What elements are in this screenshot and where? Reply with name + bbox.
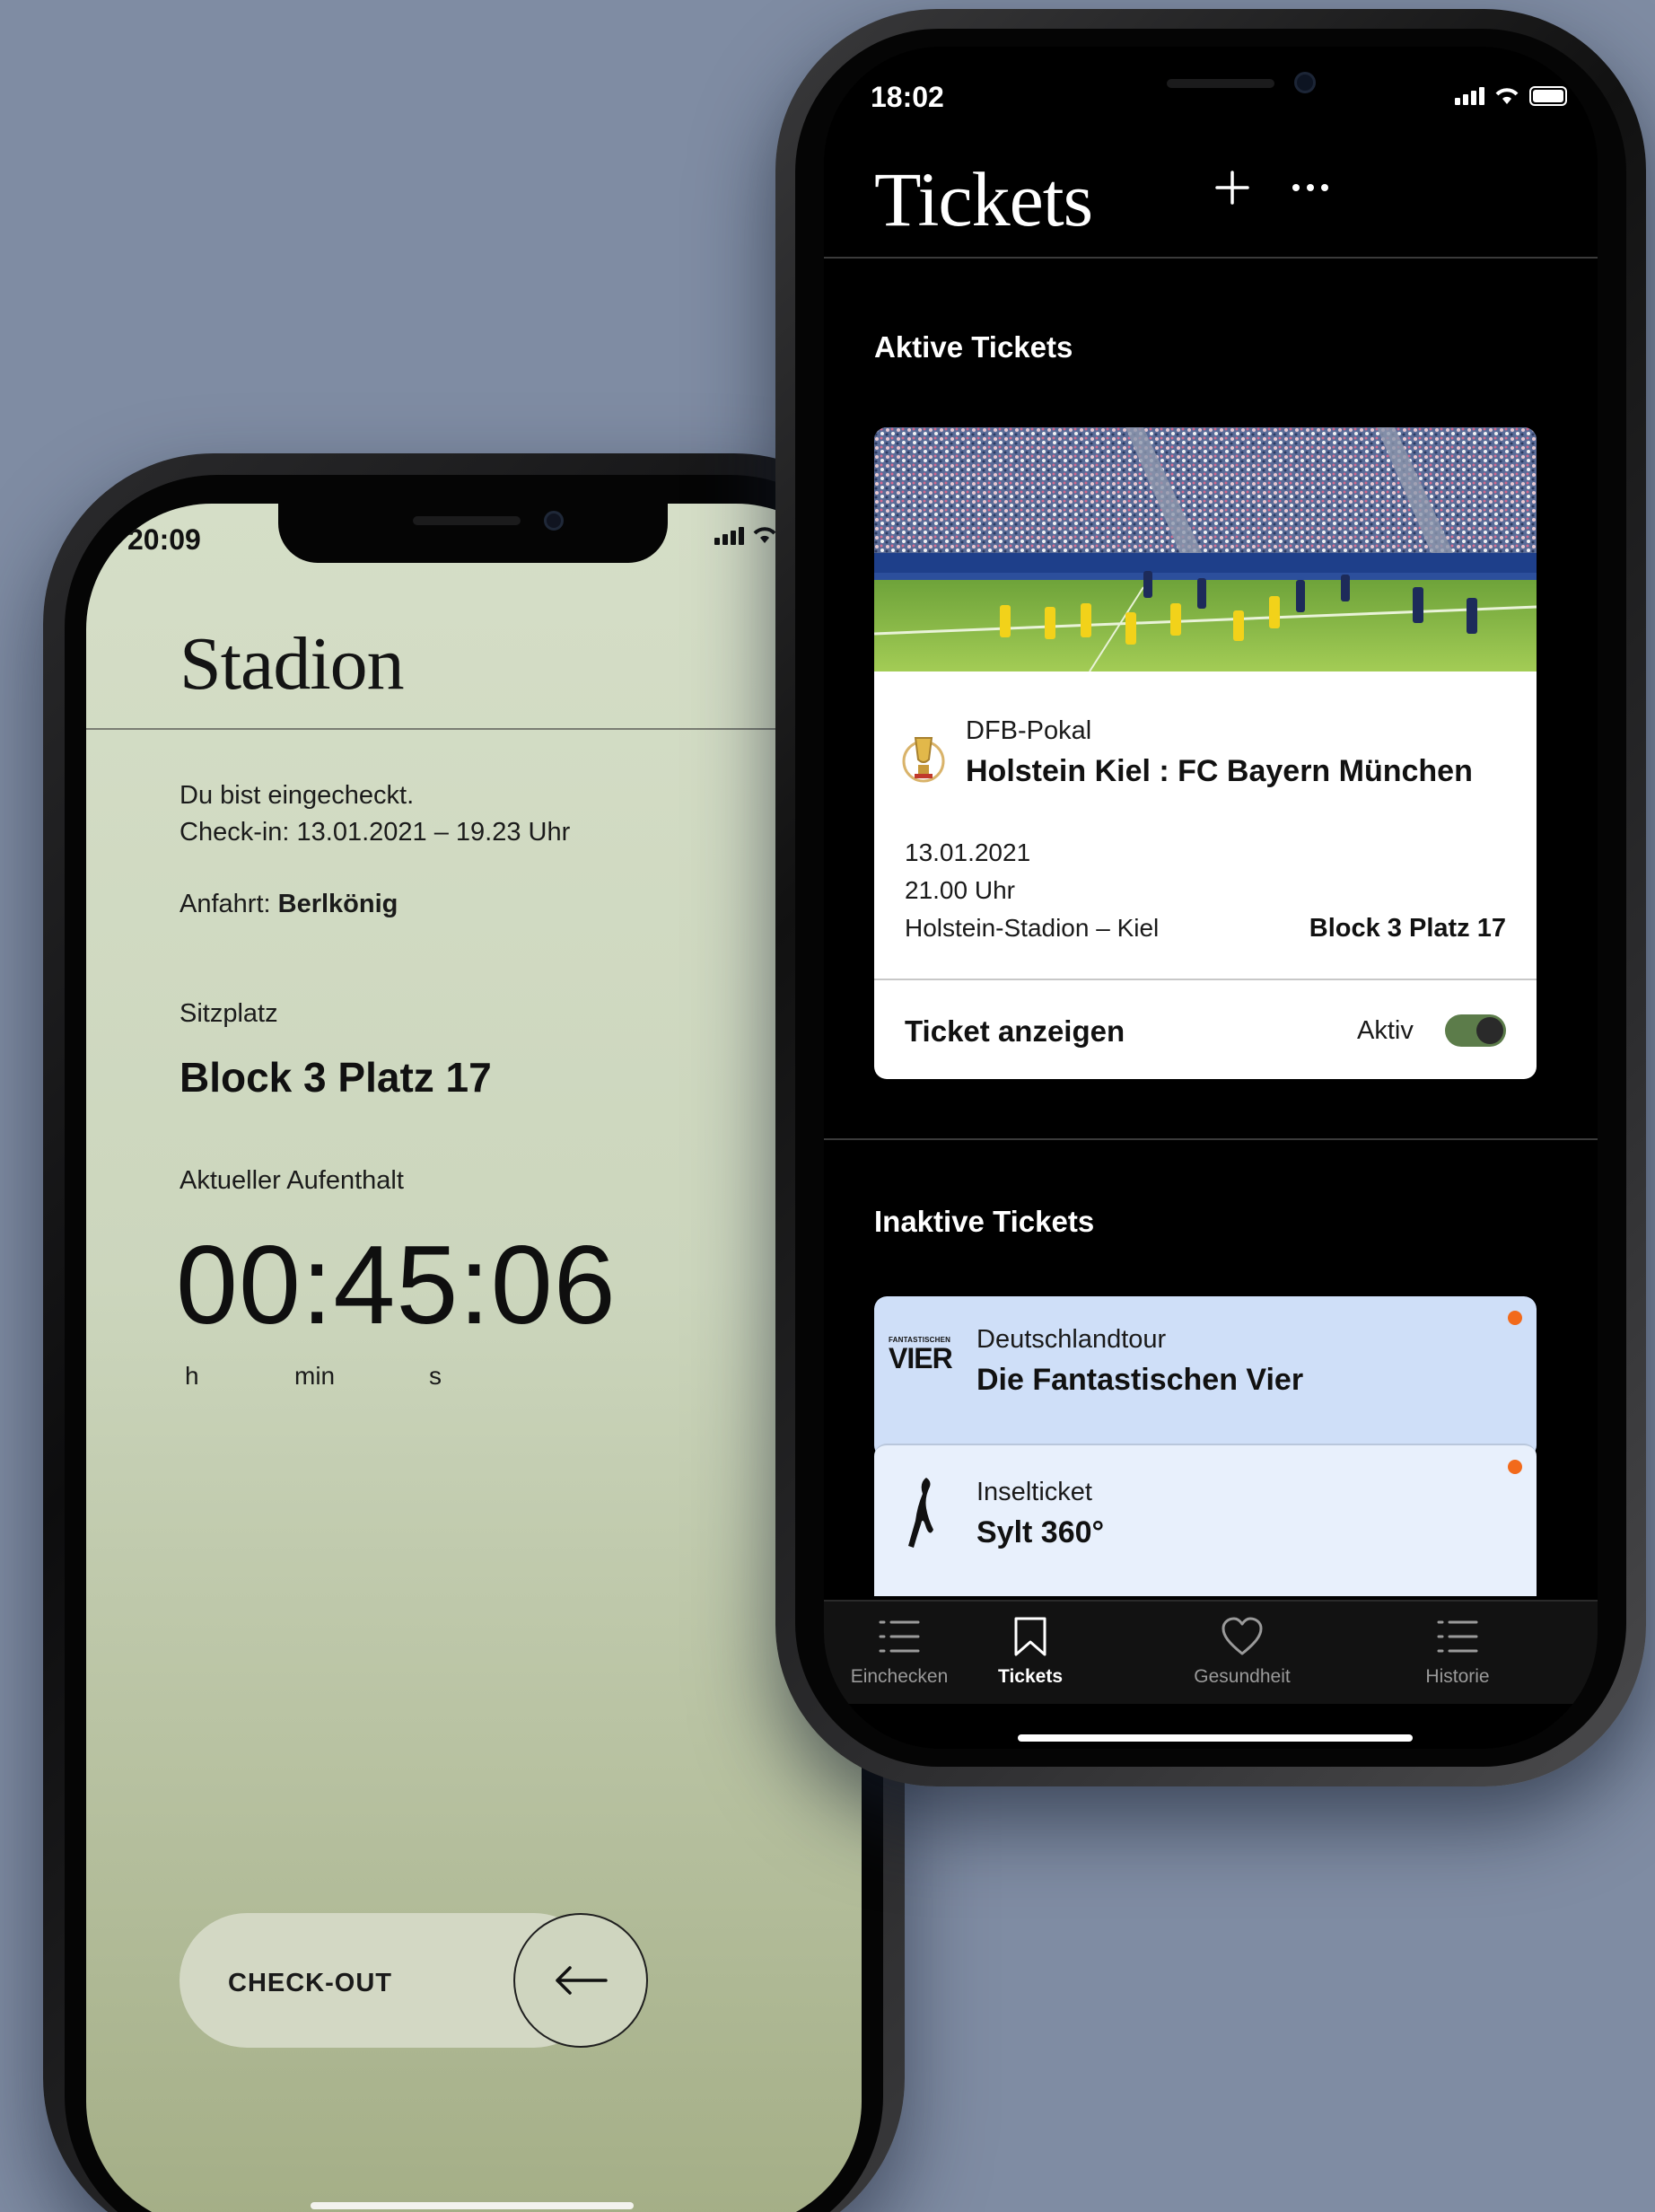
wifi-icon [1495, 88, 1519, 104]
tab-gesundheit[interactable]: Gesundheit [1161, 1612, 1323, 1688]
ticket-title: Deutschlandtour [976, 1325, 1167, 1354]
anfahrt-info: Anfahrt: Berlkönig [180, 890, 398, 919]
stadion-screen: 20:09 Stadion Du bist eingecheckt. Check… [86, 504, 862, 2212]
battery-icon [1529, 86, 1567, 106]
speaker [1167, 79, 1274, 88]
toggle-knob [1476, 1017, 1503, 1044]
ticket-name: Sylt 360° [976, 1515, 1105, 1549]
front-camera [544, 511, 564, 531]
home-indicator [311, 2202, 634, 2209]
notch [278, 504, 668, 563]
arrow-left-icon [556, 1966, 608, 1995]
active-ticket-card[interactable]: DFB-Pokal Holstein Kiel : FC Bayern Münc… [874, 427, 1537, 1079]
plus-icon [1215, 171, 1249, 205]
stadium-photo [874, 427, 1537, 672]
more-icon [1292, 184, 1300, 191]
sylt-island-icon [908, 1478, 933, 1548]
add-ticket-button[interactable] [1210, 165, 1255, 210]
tab-label: Historie [1425, 1666, 1490, 1687]
notification-dot [1508, 1311, 1522, 1325]
tab-historie[interactable]: Historie [1377, 1612, 1538, 1688]
page-title: Tickets [874, 156, 1093, 242]
dfb-pokal-logo-icon [902, 737, 945, 783]
heart-icon [1222, 1617, 1263, 1655]
seat-value: Block 3 Platz 17 [180, 1054, 492, 1101]
tab-label: Tickets [998, 1666, 1063, 1687]
tab-label: Gesundheit [1194, 1666, 1291, 1687]
ticket-date: 13.01.2021 [905, 838, 1031, 866]
page-title: Stadion [180, 622, 405, 706]
stay-label: Aktueller Aufenthalt [180, 1166, 404, 1195]
checkin-status: Du bist eingecheckt. [180, 781, 415, 810]
list-icon [1437, 1620, 1478, 1653]
home-indicator [1018, 1734, 1413, 1742]
status-bar-icons [714, 525, 778, 545]
speaker [413, 516, 521, 525]
more-button[interactable] [1283, 165, 1337, 210]
checkout-button[interactable] [513, 1913, 648, 2048]
divider [824, 1138, 1598, 1140]
inactive-tickets-heading: Inaktive Tickets [874, 1205, 1095, 1238]
tab-bar: Einchecken Tickets Gesundheit Historie [824, 1600, 1598, 1704]
checkin-time: Check-in: 13.01.2021 – 19.23 Uhr [180, 818, 571, 847]
signal-icon [1455, 87, 1484, 105]
anfahrt-label: Anfahrt: [180, 890, 271, 918]
anfahrt-value: Berlkönig [277, 890, 398, 918]
ticket-time: 21.00 Uhr [905, 876, 1015, 904]
unit-hours: h [185, 1362, 199, 1390]
status-bar-time: 18:02 [871, 81, 944, 113]
status-bar-icons [1455, 86, 1567, 106]
status-bar-time: 20:09 [127, 523, 201, 556]
ticket-seat: Block 3 Platz 17 [1309, 914, 1506, 943]
inactive-ticket-list: FANTASTISCHEN VIER Deutschlandtour Die F… [874, 1296, 1537, 1596]
notch [1061, 47, 1362, 93]
bookmark-icon [1014, 1617, 1046, 1656]
show-ticket-button[interactable]: Ticket anzeigen [905, 1014, 1125, 1049]
front-camera [1294, 72, 1316, 93]
inactive-ticket-card[interactable]: FANTASTISCHEN VIER Deutschlandtour Die F… [874, 1296, 1537, 1458]
ticket-title: Inselticket [976, 1478, 1092, 1506]
tab-tickets[interactable]: Tickets [950, 1612, 1111, 1688]
ticket-competition: DFB-Pokal [966, 716, 1092, 745]
tickets-screen: 18:02 Tickets Aktive Tickets DFB-Pokal H… [824, 47, 1598, 1749]
unit-minutes: min [294, 1362, 336, 1390]
active-tickets-heading: Aktive Tickets [874, 330, 1073, 364]
wifi-icon [753, 527, 776, 543]
divider [86, 728, 862, 730]
inactive-ticket-card[interactable]: Inselticket Sylt 360° [874, 1444, 1537, 1596]
unit-seconds: s [429, 1362, 442, 1390]
ticket-name: Die Fantastischen Vier [976, 1363, 1304, 1397]
phone-right-frame: 18:02 Tickets Aktive Tickets DFB-Pokal H… [775, 9, 1646, 1786]
ticket-match: Holstein Kiel : FC Bayern München [966, 754, 1473, 788]
signal-icon [714, 527, 744, 545]
active-status-label: Aktiv [1357, 1016, 1414, 1045]
active-toggle[interactable] [1445, 1014, 1506, 1047]
seat-label: Sitzplatz [180, 999, 278, 1028]
divider [874, 979, 1537, 980]
divider [824, 257, 1598, 259]
checkout-label: CHECK-OUT [228, 1969, 392, 1997]
list-icon [879, 1620, 920, 1653]
fanta4-logo-icon: FANTASTISCHEN VIER [889, 1336, 953, 1374]
notification-dot [1508, 1460, 1522, 1474]
stay-timer: 00:45:06 [176, 1224, 617, 1347]
ticket-venue: Holstein-Stadion – Kiel [905, 914, 1160, 942]
